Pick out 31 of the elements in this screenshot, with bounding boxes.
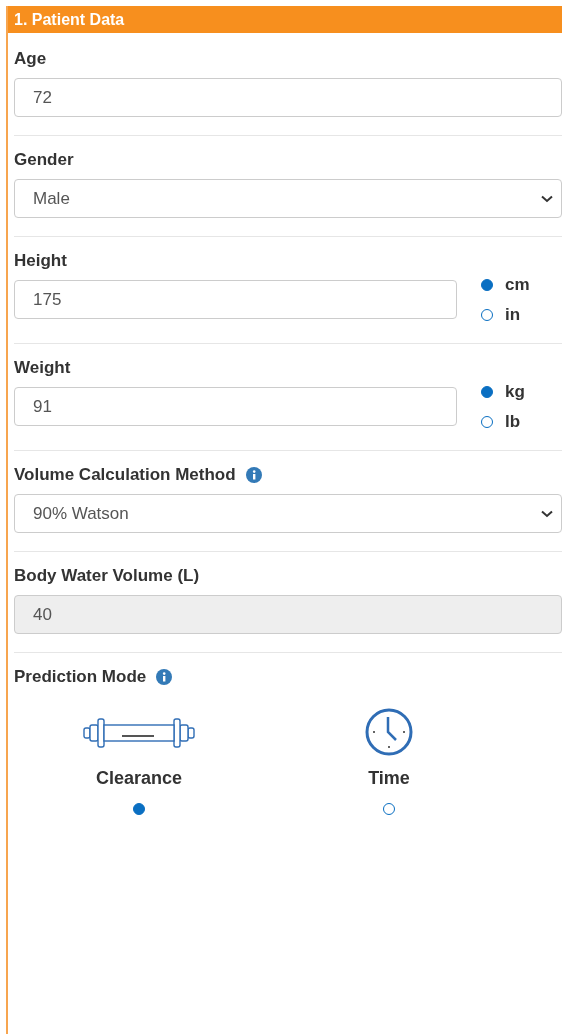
radio-button[interactable] — [133, 803, 145, 815]
radio-button[interactable] — [481, 279, 493, 291]
radio-button[interactable] — [481, 386, 493, 398]
dropdown[interactable]: Male — [14, 179, 562, 218]
field-label: Age — [14, 49, 47, 69]
chevron-down-icon — [541, 509, 553, 518]
field-label: Weight — [14, 358, 71, 378]
radio-button[interactable] — [383, 803, 395, 815]
unit-label: lb — [505, 412, 521, 432]
unit-label: cm — [505, 275, 530, 295]
field-label: Height — [14, 251, 67, 271]
number-input[interactable]: 175 — [14, 280, 457, 319]
radio-button[interactable] — [481, 416, 493, 428]
unit-label: in — [505, 305, 521, 325]
dropdown[interactable]: 90% Watson — [14, 494, 562, 533]
radio-button[interactable] — [481, 309, 493, 321]
age-input[interactable]: 72 — [14, 78, 562, 117]
chevron-down-icon — [541, 194, 553, 203]
field-label: Volume Calculation Method — [14, 465, 236, 485]
unit-label: kg — [505, 382, 525, 402]
clock-icon[interactable] — [365, 708, 413, 756]
panel-header: 1. Patient Data — [8, 6, 562, 33]
field-label: Body Water Volume (L) — [14, 566, 200, 586]
info-icon[interactable] — [245, 467, 262, 483]
field-label: Gender — [14, 150, 74, 170]
readonly-input[interactable]: 40 — [14, 595, 562, 634]
number-input[interactable]: 91 — [14, 387, 457, 426]
mode-label: Clearance — [95, 768, 183, 789]
mode-label: Time — [368, 768, 410, 789]
field-label: Prediction Mode — [14, 667, 147, 687]
info-icon[interactable] — [156, 669, 173, 685]
